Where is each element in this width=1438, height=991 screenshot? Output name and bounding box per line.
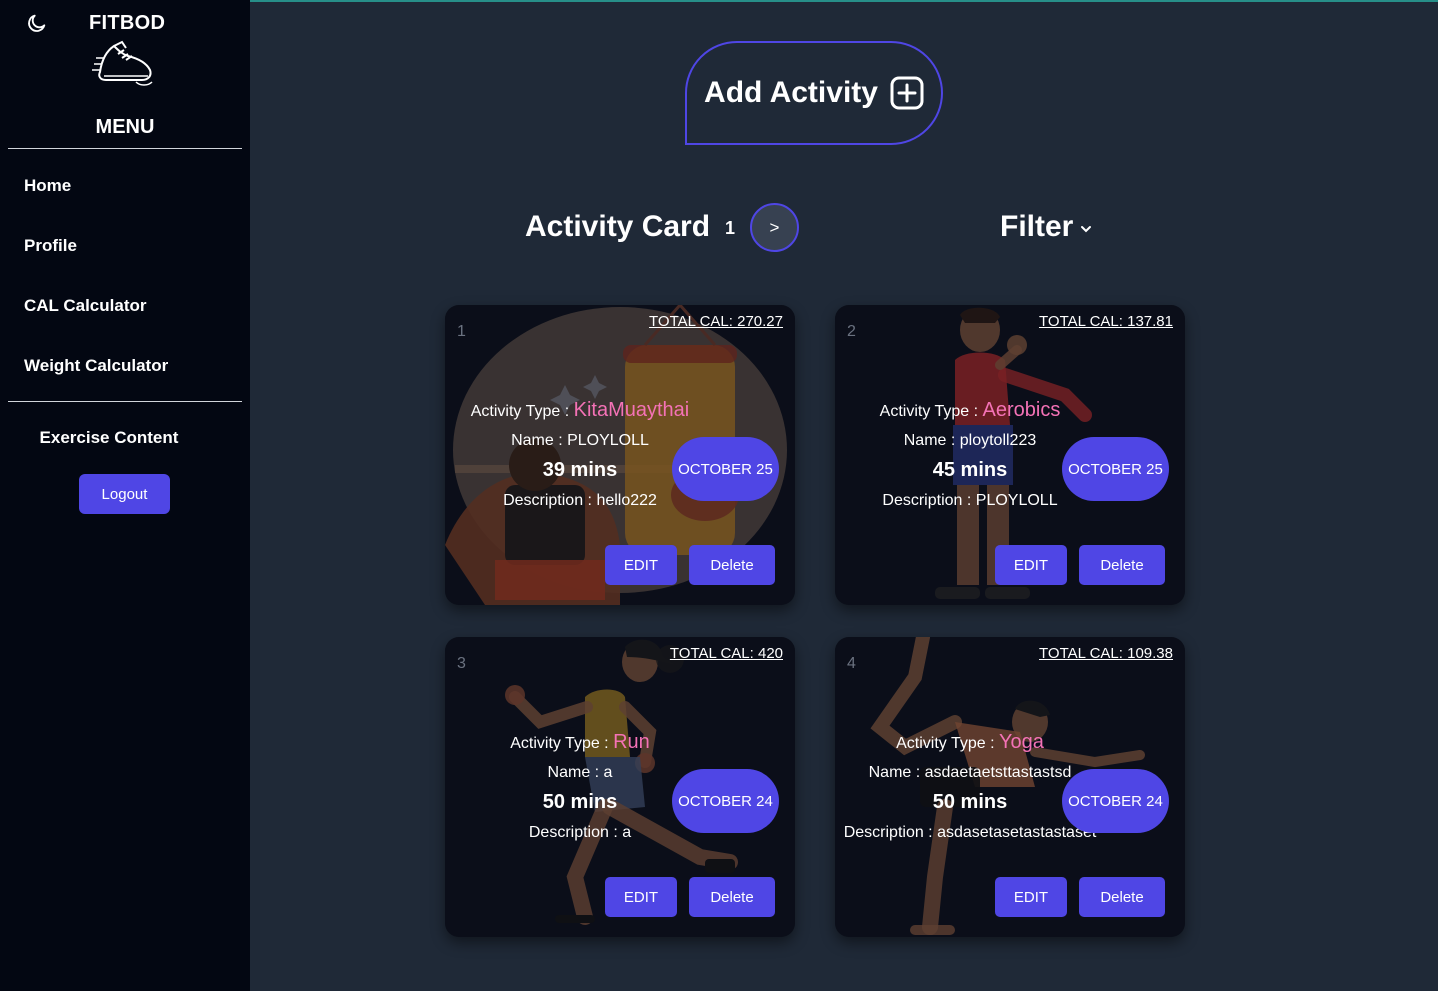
delete-button[interactable]: Delete [1079, 877, 1165, 917]
edit-button[interactable]: EDIT [605, 545, 677, 585]
name-row: Name : asdaetaetsttastastsd [835, 764, 1105, 782]
activity-type-label: Activity Type : [879, 403, 983, 420]
activity-type-value: Run [613, 731, 650, 753]
chevron-down-icon [1081, 226, 1092, 233]
edit-button[interactable]: EDIT [605, 877, 677, 917]
nav-weight-calculator[interactable]: Weight Calculator [24, 356, 168, 376]
delete-button[interactable]: Delete [689, 545, 775, 585]
delete-button[interactable]: Delete [1079, 545, 1165, 585]
nav-cal-calculator[interactable]: CAL Calculator [24, 296, 147, 316]
name-label: Name : [903, 432, 960, 449]
activity-card: 4 TOTAL CAL: 109.38 Activity Type : Yoga… [835, 637, 1185, 937]
menu-divider [8, 148, 242, 149]
description-row: Description : a [445, 824, 715, 842]
card-index: 4 [847, 655, 856, 672]
date-badge: OCTOBER 25 [1062, 437, 1169, 501]
next-page-button[interactable]: > [750, 203, 799, 252]
total-cal-link[interactable]: TOTAL CAL: 420 [670, 645, 783, 662]
card-index: 2 [847, 323, 856, 340]
description-row: Description : hello222 [445, 492, 715, 510]
edit-button[interactable]: EDIT [995, 877, 1067, 917]
activity-type-row: Activity Type : Run [445, 731, 715, 754]
activity-type-value: Yoga [998, 731, 1044, 753]
name-value: asdaetaetsttastastsd [924, 764, 1072, 781]
name-label: Name : [511, 432, 568, 449]
shoe-icon [92, 40, 153, 86]
description-label: Description : [843, 824, 938, 841]
exercise-content-link[interactable]: Exercise Content [0, 428, 218, 448]
filter-label: Filter [1000, 210, 1074, 243]
name-row: Name : PLOYLOLL [445, 432, 715, 450]
filter-dropdown[interactable]: Filter [1000, 210, 1093, 244]
activity-type-label: Activity Type : [896, 735, 999, 752]
description-row: Description : asdasetasetastastaset [835, 824, 1105, 842]
nav-home[interactable]: Home [24, 176, 71, 196]
menu-divider-bottom [8, 401, 242, 402]
nav-profile[interactable]: Profile [24, 236, 77, 256]
activity-type-label: Activity Type : [470, 403, 574, 420]
date-badge: OCTOBER 25 [672, 437, 779, 501]
name-value: PLOYLOLL [567, 432, 649, 449]
activity-type-row: Activity Type : Aerobics [835, 399, 1105, 422]
delete-button[interactable]: Delete [689, 877, 775, 917]
total-cal-link[interactable]: TOTAL CAL: 109.38 [1039, 645, 1173, 662]
brand-name: FITBOD [89, 12, 166, 34]
card-index: 3 [457, 655, 466, 672]
name-label: Name : [547, 764, 604, 781]
description-label: Description : [503, 492, 597, 509]
description-label: Description : [528, 824, 623, 841]
page-number: 1 [725, 218, 736, 238]
logout-button[interactable]: Logout [79, 474, 170, 514]
moon-icon[interactable] [26, 12, 48, 34]
description-value: asdasetasetastastaset [937, 824, 1097, 841]
activity-type-value: KitaMuaythai [573, 399, 690, 421]
name-label: Name : [868, 764, 925, 781]
activity-type-value: Aerobics [982, 399, 1061, 421]
activity-type-label: Activity Type : [510, 735, 614, 752]
name-value: ploytoll223 [959, 432, 1037, 449]
description-value: a [622, 824, 632, 841]
activity-card: 3 TOTAL CAL: 420 Activity Type : Run Nam… [445, 637, 795, 937]
name-row: Name : a [445, 764, 715, 782]
add-activity-button[interactable]: Add Activity [685, 41, 943, 145]
date-badge: OCTOBER 24 [672, 769, 779, 833]
edit-button[interactable]: EDIT [995, 545, 1067, 585]
menu-title: MENU [95, 116, 155, 138]
date-badge: OCTOBER 24 [1062, 769, 1169, 833]
section-title: Activity Card [525, 210, 711, 243]
activity-type-row: Activity Type : KitaMuaythai [445, 399, 715, 422]
name-row: Name : ploytoll223 [835, 432, 1105, 450]
description-label: Description : [882, 492, 976, 509]
sidebar: FITBOD MENU Home Profile CAL Calculator … [0, 0, 250, 991]
description-row: Description : PLOYLOLL [835, 492, 1105, 510]
activity-card: 1 TOTAL CAL: 270.27 Activity Type : Kita… [445, 305, 795, 605]
total-cal-link[interactable]: TOTAL CAL: 270.27 [649, 313, 783, 330]
plus-square-icon [890, 76, 924, 110]
name-value: a [603, 764, 613, 781]
card-index: 1 [457, 323, 466, 340]
activity-card: 2 TOTAL CAL: 137.81 Activity Type : Aero… [835, 305, 1185, 605]
description-value: PLOYLOLL [975, 492, 1058, 509]
add-activity-label: Add Activity [704, 76, 878, 109]
activity-type-row: Activity Type : Yoga [835, 731, 1105, 754]
description-value: hello222 [596, 492, 657, 509]
total-cal-link[interactable]: TOTAL CAL: 137.81 [1039, 313, 1173, 330]
